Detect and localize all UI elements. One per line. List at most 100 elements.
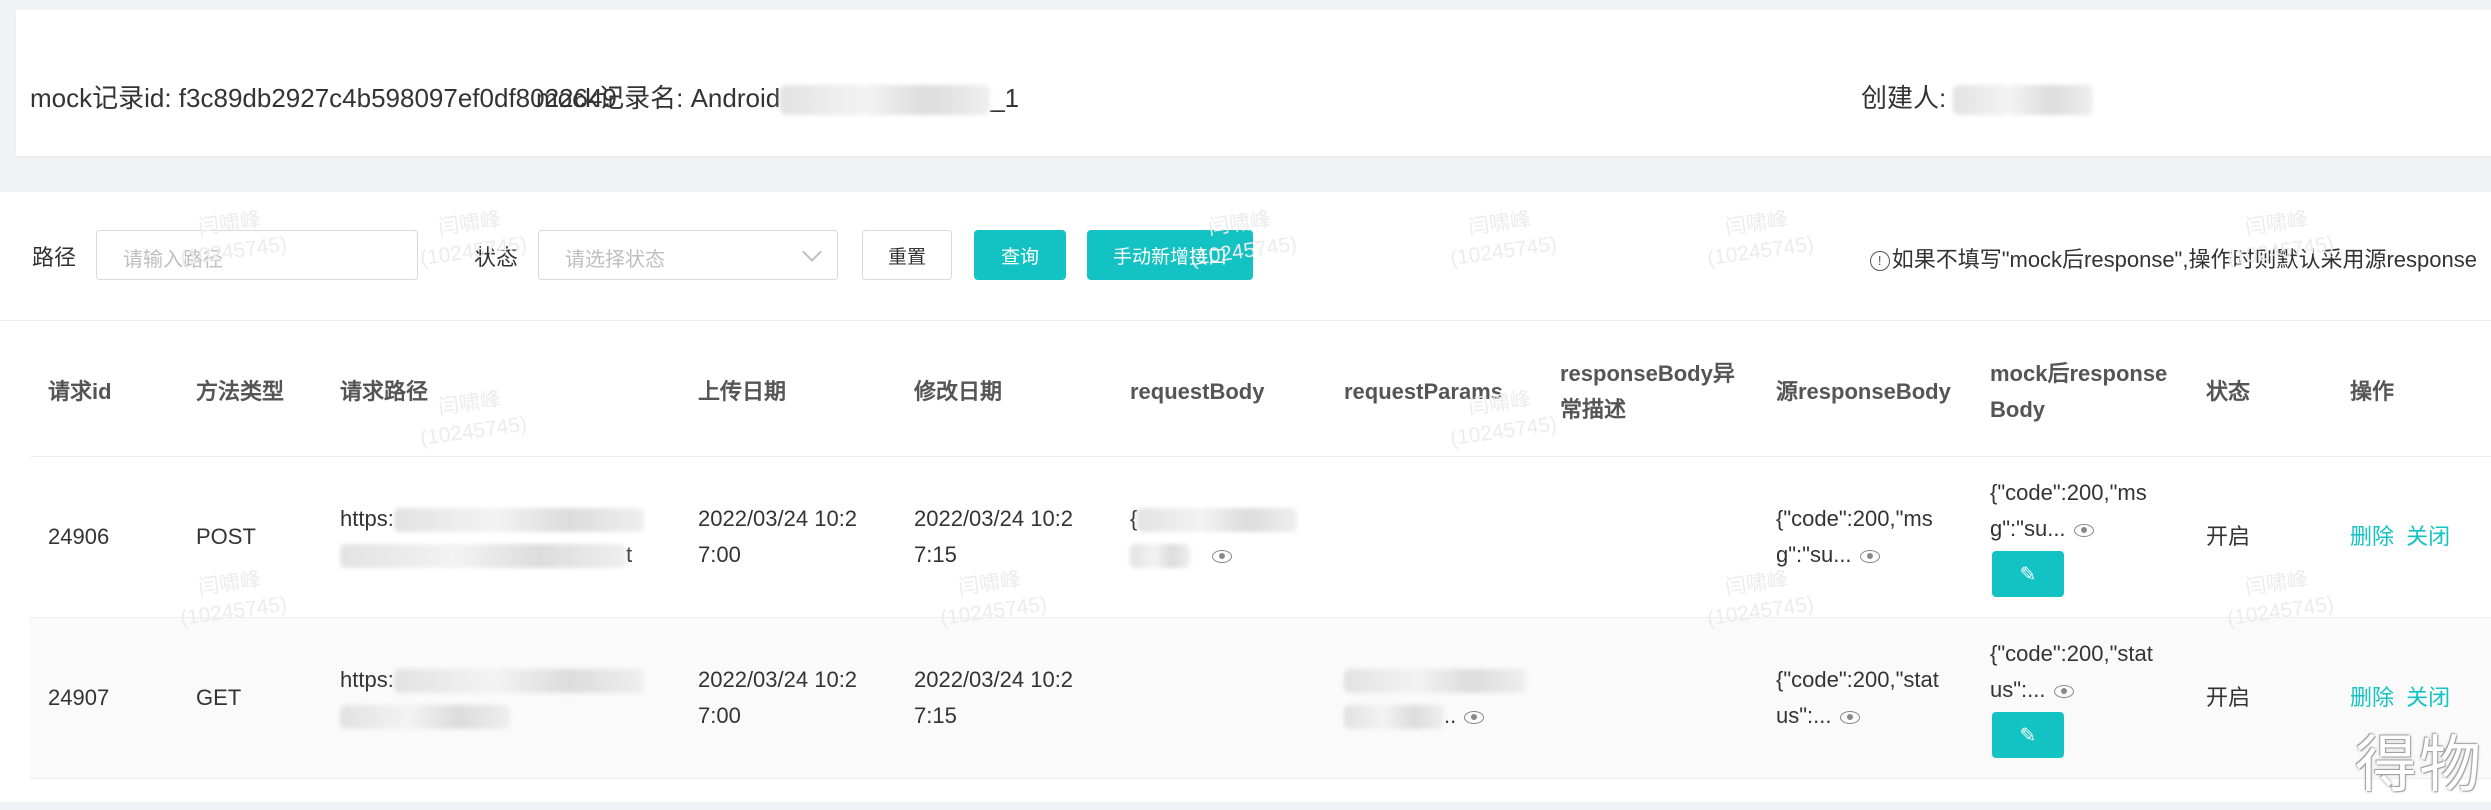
cell-mock-line2: g":"su... bbox=[1990, 516, 2066, 541]
filter-bar: 路径 请输入路径 状态 请选择状态 重置 查询 手动新增接口 ! 如果不填写"mo… bbox=[0, 192, 2491, 321]
cell-source-line2: g":"su... bbox=[1776, 542, 1852, 567]
th-modified-date: 修改日期 bbox=[914, 379, 1003, 404]
cell-source-response: {"code":200,"stat us":... bbox=[1776, 662, 1939, 734]
redacted-block bbox=[1344, 669, 1526, 694]
th-mock-response: mock后response Body bbox=[1990, 356, 2167, 428]
th-mock-line1: mock后response bbox=[1990, 361, 2168, 386]
hint-text: ! 如果不填写"mock后response",操作时则默认采用源response bbox=[1869, 242, 2477, 274]
record-name-label: mock记录名: Android bbox=[536, 83, 781, 113]
cell-path-line1: https: bbox=[340, 667, 394, 692]
cell-upload-line1: 2022/03/24 10:2 bbox=[698, 506, 858, 531]
cell-modified-line1: 2022/03/24 10:2 bbox=[914, 667, 1074, 692]
eye-icon[interactable] bbox=[1212, 549, 1232, 563]
delete-link[interactable]: 删除 bbox=[2350, 685, 2394, 710]
cell-request-body-text: { bbox=[1130, 506, 1138, 531]
cell-upload-line1: 2022/03/24 10:2 bbox=[698, 667, 858, 692]
th-exception-line1: responseBody异 bbox=[1560, 361, 1735, 386]
cell-upload-date: 2022/03/24 10:2 7:00 bbox=[698, 662, 857, 734]
th-upload-date: 上传日期 bbox=[698, 379, 787, 404]
edit-button[interactable]: ✎ bbox=[1992, 551, 2064, 597]
cell-source-response: {"code":200,"ms g":"su... bbox=[1776, 501, 1933, 573]
redacted-block bbox=[393, 508, 644, 533]
table-row: 24906 POST https: t 2022/03/24 10:2 7:00… bbox=[30, 457, 2491, 618]
path-label: 路径 bbox=[32, 245, 77, 270]
edit-button[interactable]: ✎ bbox=[1992, 712, 2064, 758]
cell-path: https: t bbox=[340, 501, 644, 573]
eye-icon[interactable] bbox=[1859, 549, 1880, 563]
cell-mock-response: {"code":200,"stat us":... bbox=[1990, 636, 2153, 708]
th-path: 请求路径 bbox=[340, 379, 429, 404]
cell-source-line1: {"code":200,"ms bbox=[1776, 506, 1933, 531]
redacted-block bbox=[340, 544, 626, 569]
cell-path-tail: t bbox=[626, 542, 633, 567]
th-exception-line2: 常描述 bbox=[1560, 397, 1627, 422]
redacted-block bbox=[780, 85, 991, 116]
cell-upload-line2: 7:00 bbox=[698, 703, 741, 728]
redacted-block bbox=[1130, 544, 1190, 569]
cell-upload-date: 2022/03/24 10:2 7:00 bbox=[698, 501, 857, 573]
cell-actions: 删除 关闭 bbox=[2350, 680, 2450, 716]
cell-status: 开启 bbox=[2206, 685, 2251, 710]
hint-label: 如果不填写"mock后response",操作时则默认采用源response bbox=[1891, 247, 2477, 272]
cell-actions: 删除 关闭 bbox=[2350, 519, 2450, 555]
cell-modified-line1: 2022/03/24 10:2 bbox=[914, 506, 1074, 531]
cell-modified-line2: 7:15 bbox=[914, 542, 957, 567]
status-select-placeholder: 请选择状态 bbox=[565, 249, 665, 271]
status-label: 状态 bbox=[474, 245, 519, 270]
cell-modified-date: 2022/03/24 10:2 7:15 bbox=[914, 501, 1073, 573]
record-id: mock记录id: f3c89db2927c4b598097ef0df80226… bbox=[30, 83, 617, 113]
cell-status: 开启 bbox=[2206, 524, 2251, 549]
th-status: 状态 bbox=[2206, 379, 2251, 404]
edit-icon: ✎ bbox=[2019, 563, 2037, 586]
record-info-card: mock记录id: f3c89db2927c4b598097ef0df80226… bbox=[16, 10, 2491, 156]
th-exception-desc: responseBody异 常描述 bbox=[1560, 356, 1735, 428]
query-button[interactable]: 查询 bbox=[974, 230, 1066, 280]
record-name-suffix: _1 bbox=[990, 83, 1020, 113]
cell-upload-line2: 7:00 bbox=[698, 542, 741, 567]
delete-link[interactable]: 删除 bbox=[2350, 524, 2394, 549]
redacted-block bbox=[1344, 705, 1444, 730]
th-source-response: 源responseBody bbox=[1776, 379, 1951, 404]
cell-mock-response: {"code":200,"ms g":"su... bbox=[1990, 475, 2147, 547]
cell-mock-line2: us":... bbox=[1990, 677, 2046, 702]
cell-id: 24907 bbox=[48, 685, 110, 710]
eye-icon[interactable] bbox=[2073, 523, 2094, 537]
table-row: 24907 GET https: 2022/03/24 10:2 7:00 20… bbox=[30, 618, 2491, 779]
reset-button[interactable]: 重置 bbox=[862, 230, 952, 280]
close-link[interactable]: 关闭 bbox=[2406, 685, 2450, 710]
record-creator: 创建人: bbox=[1861, 78, 2094, 116]
close-link[interactable]: 关闭 bbox=[2406, 524, 2450, 549]
cell-method: POST bbox=[196, 524, 256, 549]
cell-request-params: .. bbox=[1344, 662, 1526, 734]
redacted-block bbox=[340, 705, 510, 730]
th-request-body: requestBody bbox=[1130, 379, 1265, 404]
th-action: 操作 bbox=[2350, 379, 2395, 404]
creator-label: 创建人: bbox=[1861, 83, 1954, 113]
eye-icon[interactable] bbox=[1839, 710, 1860, 724]
chevron-down-icon bbox=[802, 242, 822, 262]
cell-request-body: { bbox=[1130, 501, 1298, 573]
eye-icon[interactable] bbox=[1464, 710, 1485, 724]
record-name: mock记录名: Android _1 bbox=[536, 78, 1020, 116]
main-card: 路径 请输入路径 状态 请选择状态 重置 查询 手动新增接口 ! 如果不填写"mo… bbox=[0, 192, 2491, 802]
redacted-block bbox=[1953, 85, 2094, 116]
edit-icon: ✎ bbox=[2019, 724, 2037, 747]
th-id: 请求id bbox=[48, 379, 112, 404]
cell-path-line1: https: bbox=[340, 506, 394, 531]
cell-mock-line1: {"code":200,"ms bbox=[1990, 480, 2147, 505]
info-icon: ! bbox=[1869, 251, 1890, 271]
th-request-params: requestParams bbox=[1344, 379, 1503, 404]
cell-modified-line2: 7:15 bbox=[914, 703, 957, 728]
add-interface-button[interactable]: 手动新增接口 bbox=[1087, 230, 1253, 280]
cell-source-line2: us":... bbox=[1776, 703, 1832, 728]
redacted-block bbox=[1137, 508, 1298, 533]
eye-icon[interactable] bbox=[2053, 684, 2074, 698]
cell-mock-line1: {"code":200,"stat bbox=[1990, 641, 2153, 666]
cell-request-params-text: .. bbox=[1444, 703, 1457, 728]
cell-source-line1: {"code":200,"stat bbox=[1776, 667, 1939, 692]
status-select[interactable]: 请选择状态 bbox=[538, 230, 838, 280]
cell-modified-date: 2022/03/24 10:2 7:15 bbox=[914, 662, 1073, 734]
cell-id: 24906 bbox=[48, 524, 110, 549]
path-input[interactable]: 请输入路径 bbox=[96, 230, 418, 280]
redacted-block bbox=[393, 669, 644, 694]
